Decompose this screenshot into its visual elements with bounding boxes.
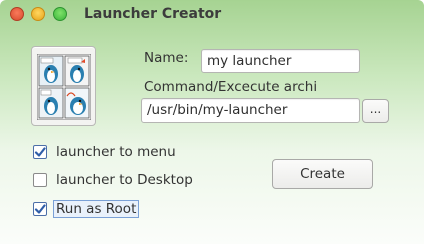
name-label: Name: bbox=[144, 50, 189, 66]
name-field[interactable]: my launcher bbox=[201, 49, 360, 73]
root-checkbox[interactable] bbox=[33, 202, 47, 216]
launcher-creator-window: Launcher Creator Name: my launcher Comma… bbox=[0, 0, 424, 244]
close-icon[interactable] bbox=[10, 7, 24, 21]
window-title: Launcher Creator bbox=[84, 6, 222, 22]
desktop-checkbox-label: launcher to Desktop bbox=[56, 172, 193, 188]
option-launcher-to-desktop[interactable]: launcher to Desktop bbox=[33, 171, 193, 189]
command-label: Command/Excecute archi bbox=[144, 79, 318, 95]
root-checkbox-label: Run as Root bbox=[53, 200, 140, 218]
titlebar[interactable]: Launcher Creator bbox=[0, 0, 424, 30]
checkmark-icon bbox=[34, 147, 46, 157]
browse-button[interactable]: ... bbox=[362, 99, 389, 123]
launcher-comic-icon bbox=[37, 54, 91, 120]
create-button[interactable]: Create bbox=[272, 159, 373, 189]
menu-checkbox-label: launcher to menu bbox=[56, 144, 176, 160]
desktop-checkbox[interactable] bbox=[33, 173, 47, 187]
menu-checkbox[interactable] bbox=[33, 145, 47, 159]
maximize-icon[interactable] bbox=[53, 7, 67, 21]
option-launcher-to-menu[interactable]: launcher to menu bbox=[33, 143, 176, 161]
icon-picker-button[interactable] bbox=[31, 46, 96, 126]
minimize-icon[interactable] bbox=[31, 7, 45, 21]
command-field[interactable]: /usr/bin/my-launcher bbox=[141, 98, 360, 123]
option-run-as-root[interactable]: Run as Root bbox=[33, 200, 140, 218]
checkmark-icon bbox=[34, 204, 46, 214]
